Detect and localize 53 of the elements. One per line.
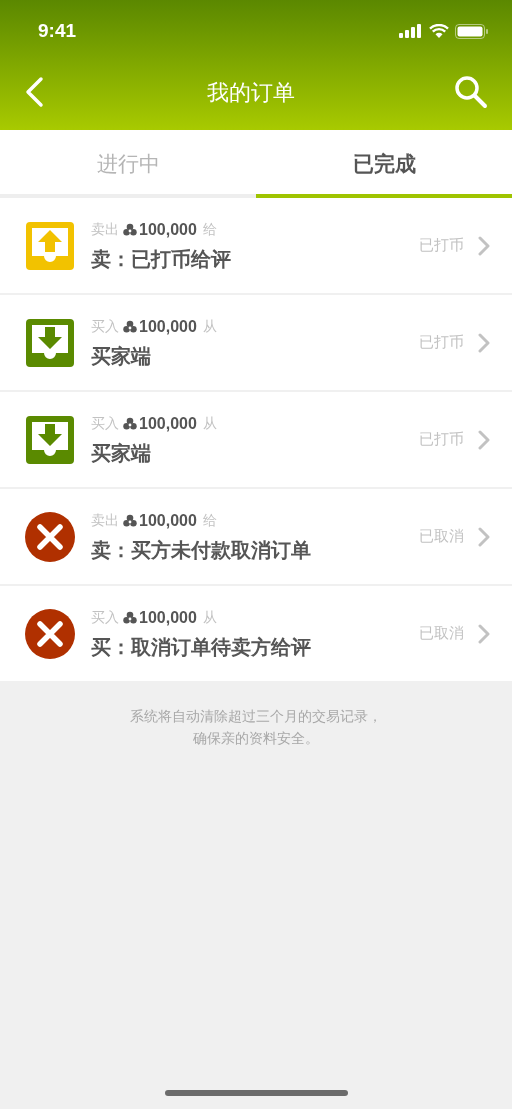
order-status: 已打币 xyxy=(419,429,464,450)
signal-icon xyxy=(399,24,423,38)
footer-note: 确保亲的资料安全。 xyxy=(193,729,319,748)
order-row[interactable]: 买入 100,000 从 买：取消订单待卖方给评 已取消 xyxy=(0,586,512,681)
order-title: 买家端 xyxy=(91,440,152,466)
amount: 100,000 xyxy=(139,316,197,337)
preposition-label: 给 xyxy=(202,511,217,530)
amount: 100,000 xyxy=(139,413,197,434)
chevron-right-icon xyxy=(478,332,490,353)
coin-icon xyxy=(123,416,137,431)
order-title: 买：取消订单待卖方给评 xyxy=(91,634,312,660)
coin-icon xyxy=(123,319,137,334)
cancel-icon xyxy=(24,510,76,563)
coin-icon xyxy=(123,513,137,528)
direction-label: 买入 xyxy=(91,608,119,627)
order-status: 已打币 xyxy=(419,332,464,353)
amount: 100,000 xyxy=(139,219,197,240)
order-status: 已取消 xyxy=(419,526,464,547)
order-title: 卖：买方未付款取消订单 xyxy=(91,537,312,563)
search-button[interactable] xyxy=(454,75,488,109)
coin-icon xyxy=(123,222,137,237)
chevron-right-icon xyxy=(478,526,490,547)
direction-label: 卖出 xyxy=(91,220,119,239)
upload-icon xyxy=(26,221,74,270)
battery-icon xyxy=(455,23,488,39)
order-title: 买家端 xyxy=(91,343,152,369)
preposition-label: 从 xyxy=(202,608,217,627)
page-title: 我的订单 xyxy=(207,78,295,107)
order-row[interactable]: 卖出 100,000 给 卖：买方未付款取消订单 已取消 xyxy=(0,489,512,584)
order-status: 已取消 xyxy=(419,623,464,644)
chevron-right-icon xyxy=(478,429,490,450)
amount: 100,000 xyxy=(139,607,197,628)
amount: 100,000 xyxy=(139,510,197,531)
chevron-right-icon xyxy=(478,235,490,256)
coin-icon xyxy=(123,610,137,625)
chevron-right-icon xyxy=(478,623,490,644)
status-time: 9:41 xyxy=(38,18,77,43)
preposition-label: 从 xyxy=(202,414,217,433)
preposition-label: 给 xyxy=(202,220,217,239)
order-row[interactable]: 买入 100,000 从 买家端 已打币 xyxy=(0,295,512,390)
order-title: 卖：已打币给评 xyxy=(91,246,232,272)
order-row[interactable]: 卖出 100,000 给 卖：已打币给评 已打币 xyxy=(0,198,512,293)
direction-label: 卖出 xyxy=(91,511,119,530)
preposition-label: 从 xyxy=(202,317,217,336)
direction-label: 买入 xyxy=(91,414,119,433)
cancel-icon xyxy=(24,607,76,660)
order-row[interactable]: 买入 100,000 从 买家端 已打币 xyxy=(0,392,512,487)
direction-label: 买入 xyxy=(91,317,119,336)
footer-note: 系统将自动清除超过三个月的交易记录， xyxy=(130,707,382,726)
order-status: 已打币 xyxy=(419,235,464,256)
download-icon xyxy=(26,318,74,367)
download-icon xyxy=(26,415,74,464)
wifi-icon xyxy=(429,24,449,38)
